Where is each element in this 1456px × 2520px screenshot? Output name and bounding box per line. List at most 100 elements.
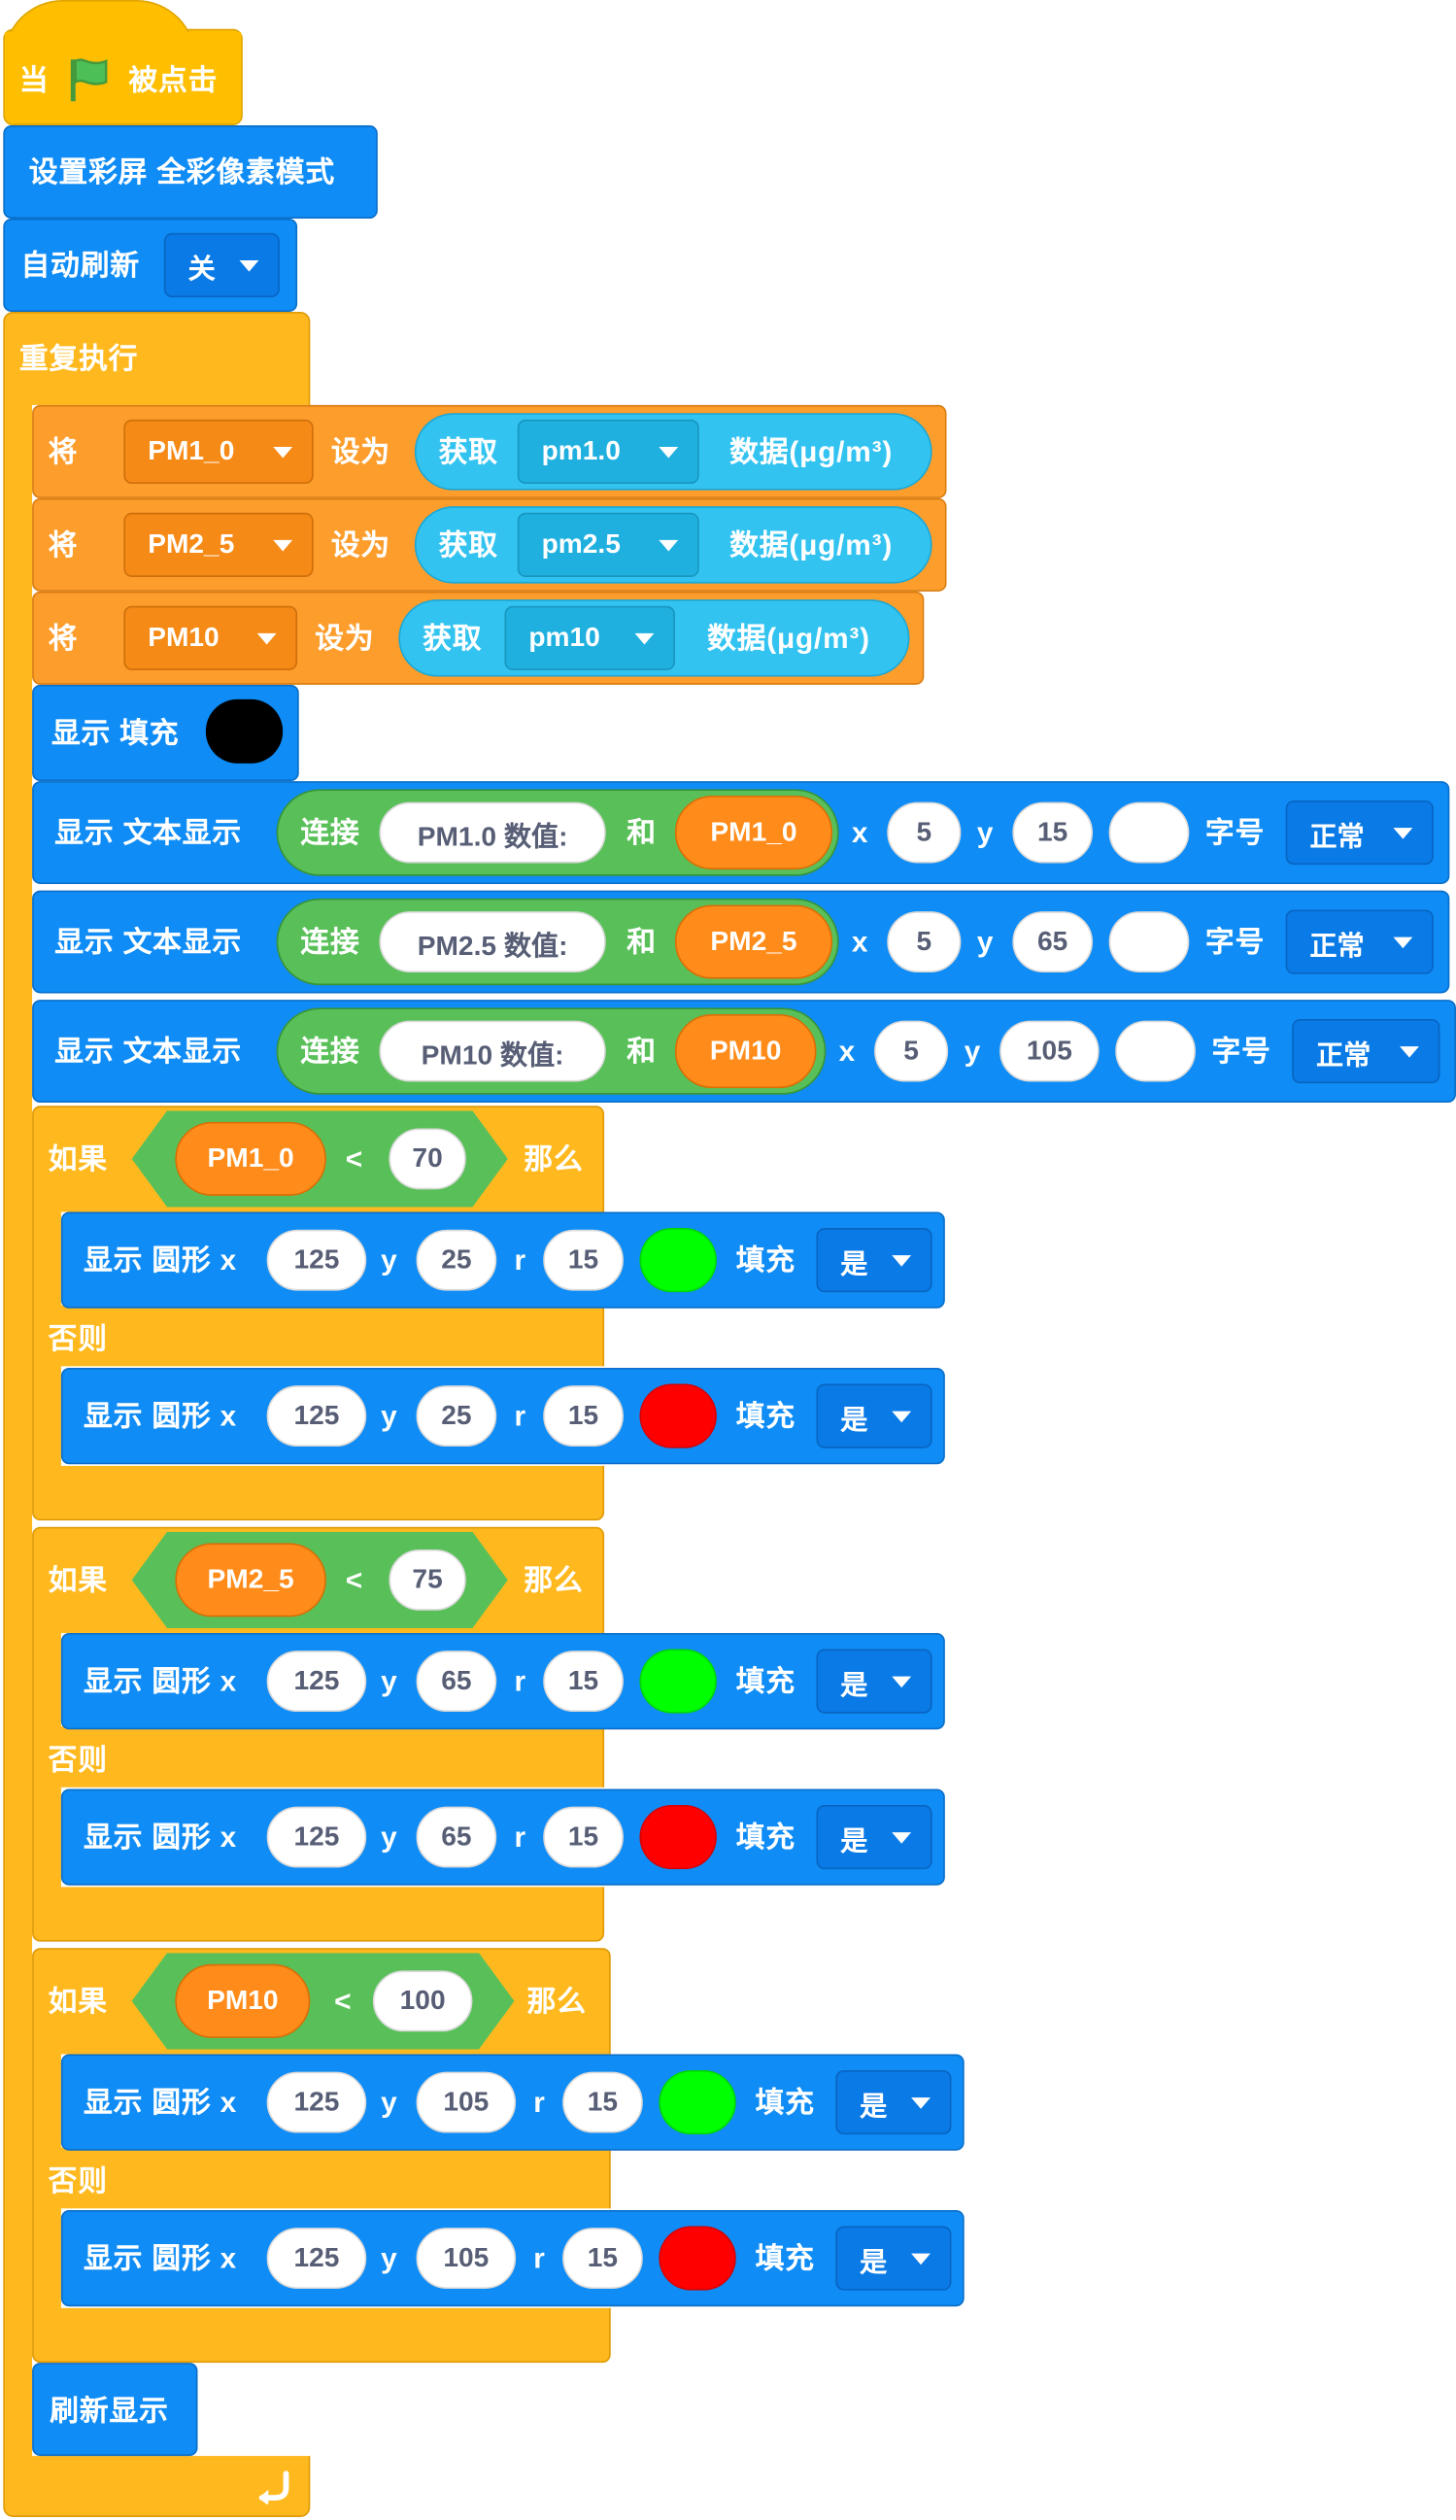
circle-y-input[interactable]: 25 bbox=[416, 1385, 497, 1447]
x-label: x bbox=[851, 925, 869, 959]
fill-color-swatch[interactable] bbox=[205, 698, 284, 764]
display-text-label: 显示 文本显示 bbox=[54, 925, 243, 959]
variable-reporter[interactable]: PM1_0 bbox=[674, 795, 833, 870]
circle-r-input[interactable]: 15 bbox=[562, 2071, 643, 2133]
x-label: x bbox=[851, 816, 869, 849]
circle-fill-dropdown[interactable]: 是 bbox=[816, 1649, 932, 1714]
join-string-input-text: PM10 数值: bbox=[421, 1039, 564, 1071]
circle-r-label: r bbox=[514, 1665, 526, 1698]
display-fill-label: 显示 填充 bbox=[51, 716, 180, 749]
loop-arrow-icon bbox=[254, 2469, 292, 2512]
sensor-type-dropdown[interactable]: pm10 bbox=[504, 605, 675, 670]
join-string-input[interactable]: PM10 数值: bbox=[379, 1020, 606, 1082]
circle-x-input-text: 125 bbox=[293, 2086, 340, 2117]
variable-reporter[interactable]: PM10 bbox=[175, 1963, 311, 2038]
color-input[interactable] bbox=[1108, 801, 1190, 864]
display-text-label: 显示 文本显示 bbox=[54, 1035, 243, 1068]
circle-color-swatch[interactable] bbox=[639, 1805, 717, 1870]
circle-fill-label: 填充 bbox=[755, 2242, 815, 2275]
circle-fill-dropdown[interactable]: 是 bbox=[835, 2226, 952, 2291]
variable-dropdown[interactable]: PM10 bbox=[123, 605, 298, 670]
x-input[interactable]: 5 bbox=[887, 801, 962, 864]
circle-x-input[interactable]: 125 bbox=[266, 1229, 367, 1291]
compare-value-input[interactable]: 100 bbox=[372, 1970, 473, 2032]
sensor-type-dropdown[interactable]: pm2.5 bbox=[517, 512, 699, 577]
join-string-input[interactable]: PM1.0 数值: bbox=[379, 801, 606, 864]
display-text-label: 显示 文本显示 bbox=[54, 816, 243, 849]
compare-value-input[interactable]: 75 bbox=[389, 1549, 466, 1611]
circle-r-input[interactable]: 15 bbox=[543, 1385, 624, 1447]
circle-y-input-text: 65 bbox=[441, 1821, 472, 1852]
join-and-label: 和 bbox=[626, 816, 657, 849]
variable-reporter[interactable]: PM2_5 bbox=[175, 1543, 326, 1618]
circle-fill-dropdown[interactable]: 是 bbox=[816, 1805, 932, 1870]
auto-refresh-value: 关 bbox=[187, 253, 216, 285]
y-input[interactable]: 65 bbox=[1012, 911, 1094, 972]
sensor-type-dropdown[interactable]: pm1.0 bbox=[517, 419, 699, 485]
circle-r-input[interactable]: 15 bbox=[543, 1651, 624, 1713]
circle-y-input[interactable]: 105 bbox=[416, 2071, 517, 2133]
circle-x-input[interactable]: 125 bbox=[266, 1385, 367, 1447]
circle-x-input[interactable]: 125 bbox=[266, 2228, 367, 2290]
circle-fill-dropdown[interactable]: 是 bbox=[816, 1383, 932, 1448]
variable-dropdown[interactable]: PM2_5 bbox=[123, 512, 314, 577]
font-size-label: 字号 bbox=[1211, 1035, 1271, 1068]
font-size-dropdown[interactable]: 正常 bbox=[1285, 909, 1434, 974]
circle-x-input-text: 125 bbox=[293, 2242, 340, 2273]
chevron-down-icon bbox=[1393, 828, 1413, 839]
variable-reporter[interactable]: PM2_5 bbox=[674, 904, 833, 979]
variable-dropdown[interactable]: PM1_0 bbox=[123, 419, 314, 485]
circle-fill-dropdown[interactable]: 是 bbox=[816, 1228, 932, 1293]
circle-color-swatch[interactable] bbox=[639, 1649, 717, 1714]
compare-value-input-text: 75 bbox=[412, 1563, 443, 1595]
compare-value-input[interactable]: 70 bbox=[389, 1128, 466, 1190]
circle-y-input[interactable]: 65 bbox=[416, 1806, 497, 1868]
circle-y-label: y bbox=[381, 2242, 398, 2275]
compare-value-input-text: 100 bbox=[399, 1985, 446, 2016]
y-input-text: 65 bbox=[1037, 925, 1068, 957]
hat-suffix-label: 被点击 bbox=[128, 64, 219, 97]
set-to-label: 设为 bbox=[330, 435, 391, 468]
circle-color-swatch[interactable] bbox=[659, 2069, 736, 2135]
circle-color-swatch[interactable] bbox=[659, 2226, 736, 2291]
font-size-dropdown[interactable]: 正常 bbox=[1285, 800, 1434, 866]
auto-refresh-label: 自动刷新 bbox=[20, 249, 140, 282]
circle-y-input[interactable]: 25 bbox=[416, 1229, 497, 1291]
else-label: 否则 bbox=[48, 1744, 108, 1777]
x-input[interactable]: 5 bbox=[887, 911, 962, 972]
circle-y-label: y bbox=[381, 1821, 398, 1854]
variable-reporter[interactable]: PM1_0 bbox=[175, 1121, 326, 1196]
green-flag-icon bbox=[67, 58, 109, 112]
color-input[interactable] bbox=[1115, 1020, 1196, 1082]
circle-x-input[interactable]: 125 bbox=[266, 2071, 367, 2133]
circle-r-input[interactable]: 15 bbox=[562, 2228, 643, 2290]
join-and-label: 和 bbox=[626, 925, 657, 959]
x-input[interactable]: 5 bbox=[874, 1020, 949, 1082]
circle-y-input[interactable]: 105 bbox=[416, 2228, 517, 2290]
font-size-dropdown[interactable]: 正常 bbox=[1292, 1018, 1440, 1084]
circle-fill-dropdown[interactable]: 是 bbox=[835, 2069, 952, 2135]
circle-color-swatch[interactable] bbox=[639, 1383, 717, 1448]
y-input[interactable]: 15 bbox=[1012, 801, 1094, 864]
font-size-label: 字号 bbox=[1204, 816, 1266, 849]
circle-y-input[interactable]: 65 bbox=[416, 1651, 497, 1713]
chevron-down-icon bbox=[911, 2253, 931, 2265]
get-label: 获取 bbox=[423, 622, 483, 655]
chevron-down-icon bbox=[892, 1832, 912, 1844]
forever-label: 重复执行 bbox=[18, 342, 139, 375]
x-label: x bbox=[838, 1035, 857, 1068]
variable-reporter[interactable]: PM10 bbox=[674, 1013, 817, 1089]
circle-color-swatch[interactable] bbox=[639, 1228, 717, 1293]
join-string-input[interactable]: PM2.5 数值: bbox=[379, 911, 606, 972]
circle-x-input[interactable]: 125 bbox=[266, 1651, 367, 1713]
circle-x-input[interactable]: 125 bbox=[266, 1806, 367, 1868]
circle-r-input-text: 15 bbox=[587, 2086, 619, 2117]
auto-refresh-dropdown[interactable]: 关 bbox=[163, 232, 280, 298]
color-input[interactable] bbox=[1108, 911, 1190, 972]
circle-r-input[interactable]: 15 bbox=[543, 1806, 624, 1868]
y-input[interactable]: 105 bbox=[999, 1020, 1100, 1082]
font-size-label: 字号 bbox=[1204, 925, 1266, 959]
circle-fill-label: 填充 bbox=[755, 2086, 815, 2119]
chevron-down-icon bbox=[273, 446, 293, 459]
circle-r-input[interactable]: 15 bbox=[543, 1229, 624, 1291]
